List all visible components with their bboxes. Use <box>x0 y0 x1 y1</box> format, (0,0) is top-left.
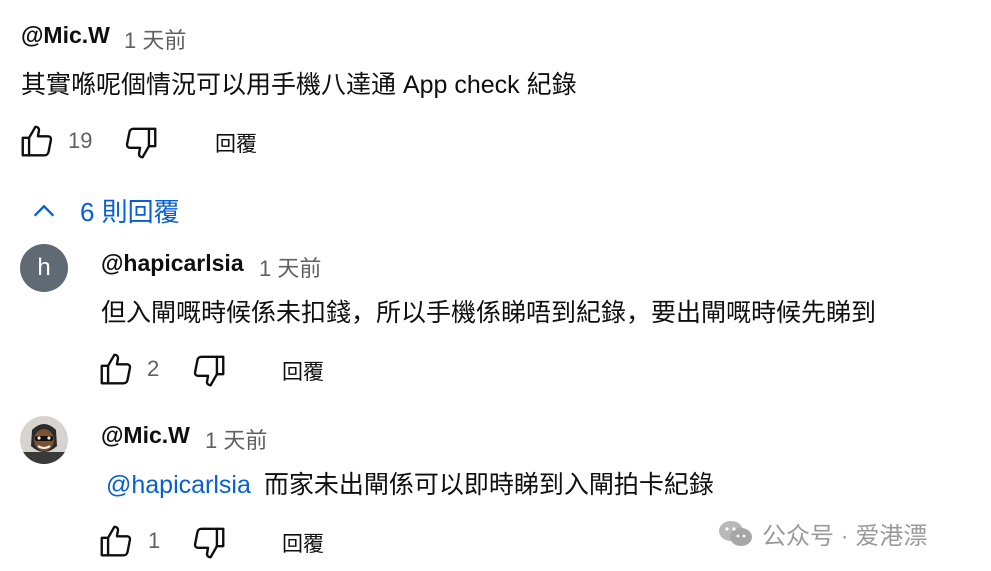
avatar[interactable]: h <box>20 244 68 292</box>
reply-author-handle[interactable]: @Mic.W <box>101 422 190 449</box>
reply-text: 但入閘嘅時候係未扣錢，所以手機係睇唔到紀錄，要出閘嘅時候先睇到 <box>101 299 877 327</box>
like-count: 2 <box>147 356 160 381</box>
comment-timestamp[interactable]: 1 天前 <box>124 23 186 55</box>
thumbs-down-icon <box>193 527 225 559</box>
like-button[interactable] <box>97 522 135 560</box>
reply-button[interactable]: 回覆 <box>215 128 257 158</box>
thumbs-down-icon <box>193 355 225 387</box>
avatar-letter: h <box>37 254 51 281</box>
wechat-icon <box>719 520 752 546</box>
thumbs-up-icon <box>100 353 132 385</box>
thumbs-up-icon <box>21 125 53 157</box>
thumbs-up-icon <box>100 525 132 557</box>
reply-text-body: 而家未出閘係可以即時睇到入閘拍卡紀錄 <box>263 471 714 499</box>
avatar[interactable] <box>20 416 68 464</box>
thumbs-down-icon <box>125 127 157 159</box>
replies-toggle-button[interactable]: 6 則回覆 <box>30 192 180 229</box>
reply-timestamp[interactable]: 1 天前 <box>259 251 321 283</box>
avatar-image <box>20 416 68 464</box>
reply-button[interactable]: 回覆 <box>282 528 324 558</box>
watermark: 公众号 · 爱港漂 <box>718 516 927 551</box>
dislike-button[interactable] <box>190 524 228 562</box>
like-count: 1 <box>148 528 161 553</box>
replies-toggle-label: 6 則回覆 <box>80 197 180 227</box>
reply-timestamp[interactable]: 1 天前 <box>205 423 267 455</box>
chevron-up-icon <box>33 204 55 216</box>
mention-link[interactable]: @hapicarlsia <box>106 471 251 499</box>
comment-author-handle[interactable]: @Mic.W <box>21 22 110 49</box>
reply-author-handle[interactable]: @hapicarlsia <box>101 250 244 277</box>
like-button[interactable] <box>18 122 56 160</box>
watermark-text: 公众号 · 爱港漂 <box>762 523 928 550</box>
comment-text: 其實喺呢個情況可以用手機八達通 App check 紀錄 <box>21 71 577 99</box>
reply-text: @hapicarlsia 而家未出閘係可以即時睇到入閘拍卡紀錄 <box>106 465 714 501</box>
reply-button[interactable]: 回覆 <box>282 356 324 386</box>
dislike-button[interactable] <box>122 124 160 162</box>
dislike-button[interactable] <box>190 352 228 390</box>
like-count: 19 <box>68 128 93 153</box>
like-button[interactable] <box>97 350 135 388</box>
